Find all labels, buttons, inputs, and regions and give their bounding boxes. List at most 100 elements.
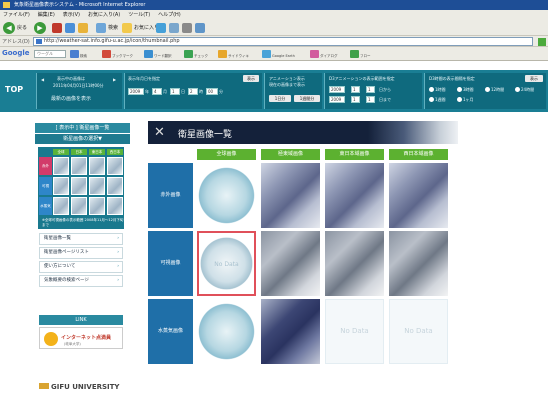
thumb-vis-west[interactable] [107,177,123,195]
hour-select[interactable]: 2 [188,88,198,95]
google-search-icon[interactable] [70,50,79,58]
image-wv-global[interactable] [197,299,256,364]
forward-arrow-icon[interactable]: ▶ [34,22,46,34]
thumb-vis-japan[interactable] [71,177,87,195]
thumb-vis-east[interactable] [89,177,105,195]
year-select[interactable]: 2009 [128,88,144,95]
flow-label[interactable]: フロー [360,54,371,59]
menu-edit[interactable]: 編集(E) [38,12,55,18]
interval-radio-1h[interactable] [429,87,434,92]
next-arrow-icon[interactable]: ▶ [113,77,116,82]
range-from-month[interactable]: 1 [351,86,360,93]
menu-help[interactable]: ヘルプ(H) [158,12,181,18]
address-label: アドレス(D) [2,39,30,45]
menu-view[interactable]: 表示(V) [63,12,80,18]
go-icon[interactable] [538,38,546,46]
image-wv-fareast[interactable] [261,299,320,364]
menu-tools[interactable]: ツール(T) [128,12,150,18]
search-button-label[interactable]: 検索 [108,24,118,31]
sidewiki-icon[interactable] [218,50,227,58]
image-vis-fareast[interactable] [261,231,320,296]
image-ir-east-japan[interactable] [325,163,384,228]
thumb-wv-global[interactable] [53,197,69,215]
thumb-vis-global[interactable] [53,177,69,195]
check-icon[interactable] [184,50,193,58]
stop-icon[interactable] [52,23,62,33]
show-latest-link[interactable]: 最新の画像を表示 [51,95,91,102]
date-show-button[interactable]: 表示 [243,75,259,82]
interval-radio-24h[interactable] [515,87,520,92]
dialog-label[interactable]: ダイアログ [320,54,338,59]
image-ir-fareast[interactable] [261,163,320,228]
thumb-ir-global[interactable] [53,157,69,175]
interval-radio-1w[interactable] [429,97,434,102]
bookmark-icon[interactable] [102,50,111,58]
internet-banner[interactable]: インターネット点滴員 (岐阜大学) [39,327,123,349]
range-from-year[interactable]: 2009 [329,86,345,93]
sidebar: [ 表示中 ] 衛星画像一覧 衛星画像の選択▼ 全球 日本 東日本 西日本 赤外… [35,115,130,412]
print-icon[interactable] [182,23,192,33]
image-wv-west-japan[interactable]: No Data [389,299,448,364]
interval-radio-1m[interactable] [457,97,462,102]
top-link[interactable]: TOP [5,85,23,94]
sidebar-link-page-list[interactable]: 衛星画像ページリスト [39,247,123,259]
back-button-label[interactable]: 戻る [17,24,27,31]
google-search-input[interactable]: ウーグル [34,50,66,58]
current-image-box: ◀ 表示中の画像は 2011年04月01日11時00分 ▶ 最新の画像を表示 [36,73,122,109]
range-to-day[interactable]: 1 [366,96,375,103]
range-from-day[interactable]: 1 [366,86,375,93]
thumb-wv-japan[interactable] [71,197,87,215]
google-search-btn[interactable]: 検索 [80,54,87,59]
earth-label[interactable]: Google Earth [272,54,295,58]
thumb-ir-japan[interactable] [71,157,87,175]
refresh-icon[interactable] [65,23,75,33]
flow-icon[interactable] [350,50,359,58]
image-ir-west-japan[interactable] [389,163,448,228]
anim-1day-button[interactable]: 1日分 [269,95,291,102]
address-field[interactable]: http://weather-sat.info.gifu-u.ac.jp/ico… [33,37,533,46]
dialog-icon[interactable] [310,50,319,58]
interval-radio-12h[interactable] [485,87,490,92]
range-to-year[interactable]: 2009 [329,96,345,103]
day-select[interactable]: 1 [170,88,180,95]
image-vis-east-japan[interactable] [325,231,384,296]
range-label: D3アニメーションの表示範囲を指定 [329,76,395,81]
translate-label[interactable]: ワード翻訳 [154,54,172,59]
favorites-star-icon[interactable] [122,23,132,33]
check-label[interactable]: チェック [194,54,208,59]
interval-show-button[interactable]: 表示 [525,75,543,82]
earth-icon[interactable] [262,50,271,58]
home-icon[interactable] [78,23,88,33]
sidebar-link-weather-search[interactable]: 気象概要の検索ページ [39,275,123,287]
menu-file[interactable]: ファイル(F) [3,12,30,18]
image-wv-east-japan[interactable]: No Data [325,299,384,364]
no-data-label: No Data [214,261,239,268]
image-vis-west-japan[interactable] [389,231,448,296]
thumb-ir-east[interactable] [89,157,105,175]
history-icon[interactable] [156,23,166,33]
thumb-wv-east[interactable] [89,197,105,215]
translate-icon[interactable] [144,50,153,58]
anim-1week-button[interactable]: 1週間分 [294,95,320,102]
thumb-wv-west[interactable] [107,197,123,215]
sidebar-link-image-list[interactable]: 衛星画像一覧 [39,233,123,245]
edit-icon[interactable] [195,23,205,33]
back-arrow-icon[interactable]: ◀ [3,22,15,34]
sidebar-link-howto[interactable]: 使い方について [39,261,123,273]
sidebar-select-header[interactable]: 衛星画像の選択▼ [35,134,130,144]
search-icon[interactable] [96,23,106,33]
prev-arrow-icon[interactable]: ◀ [41,77,44,82]
menu-favorites[interactable]: お気に入り(A) [88,12,120,18]
minute-select[interactable]: 00 [206,88,218,95]
col-header-global: 全球画像 [197,149,256,160]
interval-radio-3h[interactable] [457,87,462,92]
sidewiki-label[interactable]: サイドウィキ [228,54,249,59]
range-to-month[interactable]: 1 [351,96,360,103]
mail-icon[interactable] [169,23,179,33]
ie-icon [3,2,10,8]
image-vis-global[interactable]: No Data [197,231,256,296]
month-select[interactable]: 4 [152,88,162,95]
thumb-ir-west[interactable] [107,157,123,175]
bookmark-label[interactable]: ブックマーク [112,54,133,59]
image-ir-global[interactable] [197,163,256,228]
